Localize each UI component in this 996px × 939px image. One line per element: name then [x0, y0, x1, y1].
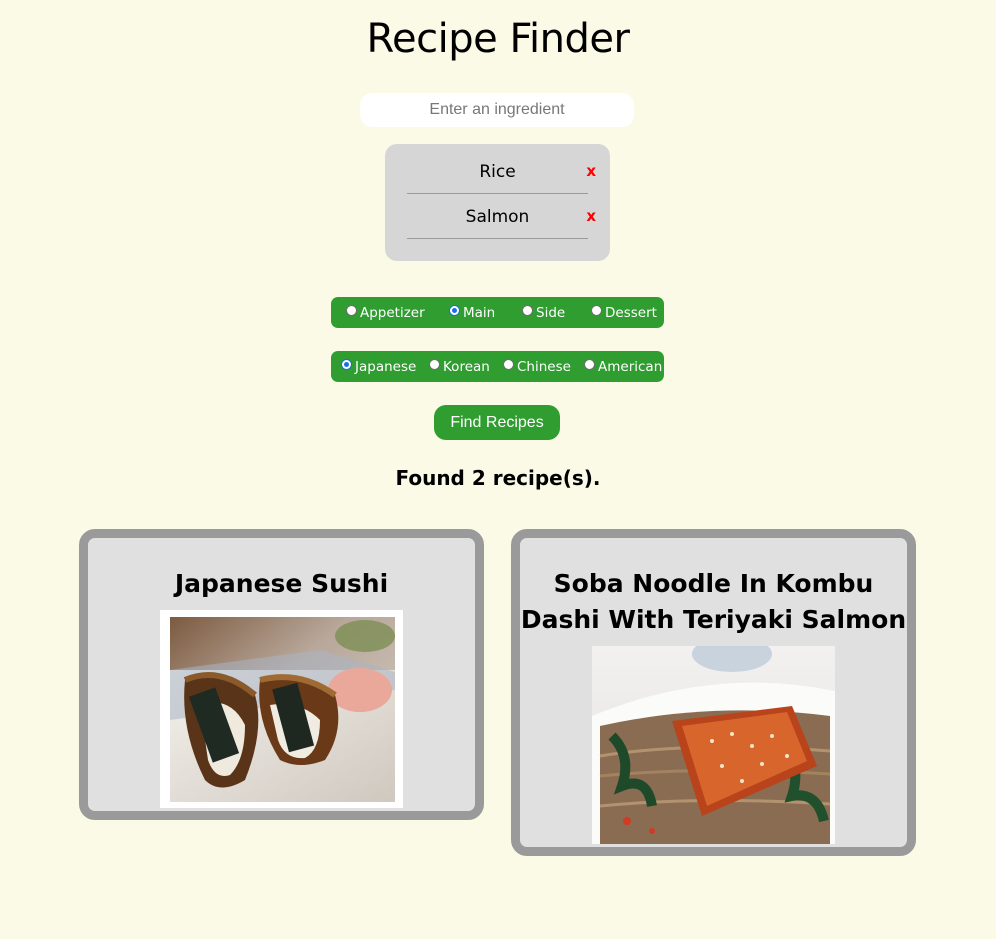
cuisine-option-label: American: [598, 358, 663, 375]
course-option-label: Dessert: [605, 304, 657, 321]
cuisine-option-american[interactable]: American: [584, 351, 662, 382]
ingredient-label: Rice: [479, 162, 516, 182]
radio-button[interactable]: [346, 305, 357, 316]
recipe-title: Soba Noodle In Kombu Dashi With Teriyaki…: [520, 569, 907, 634]
ingredient-list: Rice x Salmon x: [385, 144, 610, 261]
radio-button[interactable]: [429, 359, 440, 370]
ingredient-item: Salmon x: [407, 193, 596, 239]
radio-button[interactable]: [503, 359, 514, 370]
course-option-side[interactable]: Side: [522, 297, 565, 328]
cuisine-radio-group: Japanese Korean Chinese American: [331, 351, 664, 382]
cuisine-option-label: Korean: [443, 358, 490, 375]
sushi-photo: [160, 610, 403, 808]
ingredient-search-input[interactable]: [360, 93, 634, 127]
recipe-finder-page: Recipe Finder Rice x Salmon x Appetizer …: [0, 0, 996, 939]
radio-button[interactable]: [584, 359, 595, 370]
cuisine-option-japanese[interactable]: Japanese: [341, 351, 416, 382]
course-option-dessert[interactable]: Dessert: [591, 297, 657, 328]
recipe-card[interactable]: Japanese Sushi: [79, 529, 484, 820]
cuisine-option-chinese[interactable]: Chinese: [503, 351, 571, 382]
find-recipes-button[interactable]: Find Recipes: [434, 405, 560, 440]
recipe-title: Japanese Sushi: [174, 569, 389, 598]
recipe-card[interactable]: Soba Noodle In Kombu Dashi With Teriyaki…: [511, 529, 916, 856]
radio-button-selected[interactable]: [449, 305, 460, 316]
cuisine-option-label: Chinese: [517, 358, 571, 375]
radio-button-selected[interactable]: [341, 359, 352, 370]
course-option-appetizer[interactable]: Appetizer: [346, 297, 425, 328]
radio-button[interactable]: [591, 305, 602, 316]
ingredient-item: Rice x: [407, 148, 596, 194]
course-option-label: Side: [536, 304, 566, 321]
cuisine-option-korean[interactable]: Korean: [429, 351, 490, 382]
radio-button[interactable]: [522, 305, 533, 316]
course-option-label: Appetizer: [360, 304, 425, 321]
course-radio-group: Appetizer Main Side Dessert: [331, 297, 664, 328]
remove-ingredient-button[interactable]: x: [586, 207, 596, 225]
remove-ingredient-button[interactable]: x: [586, 162, 596, 180]
results-summary: Found 2 recipe(s).: [395, 466, 601, 490]
page-title: Recipe Finder: [366, 16, 630, 62]
course-option-main[interactable]: Main: [449, 297, 495, 328]
ingredient-label: Salmon: [465, 207, 530, 227]
sushi-image: [170, 617, 395, 802]
cuisine-option-label: Japanese: [355, 358, 417, 375]
soba-salmon-image: [592, 646, 835, 844]
soba-salmon-photo: [592, 646, 835, 844]
course-option-label: Main: [463, 304, 496, 321]
